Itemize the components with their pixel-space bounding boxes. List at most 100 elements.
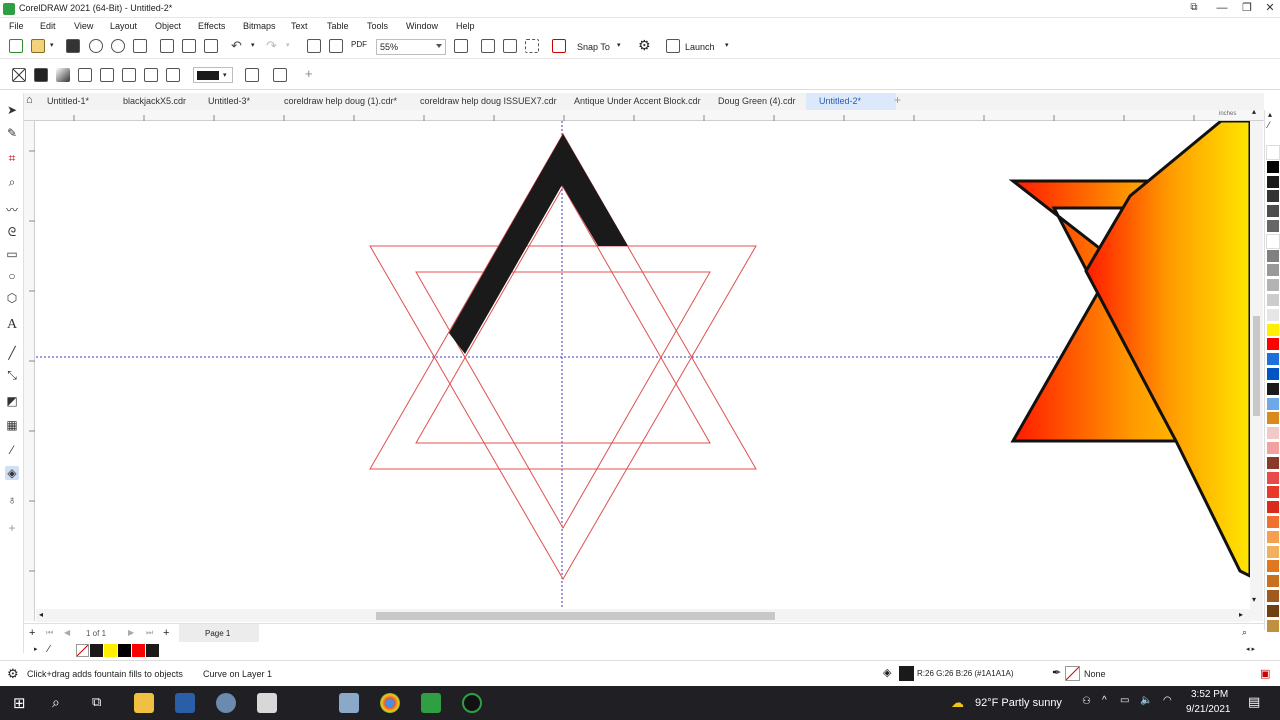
show-guidelines-icon[interactable] [525, 39, 539, 53]
people-icon[interactable]: ⚇ [1082, 696, 1091, 707]
menu-object[interactable]: Object [155, 21, 181, 31]
corel-capture-icon[interactable] [462, 693, 482, 713]
ellipse-tool-icon[interactable]: ○ [5, 269, 19, 283]
add-tool-icon[interactable]: + [5, 521, 19, 535]
menu-edit[interactable]: Edit [40, 21, 56, 31]
new-tab-button[interactable]: + [894, 93, 901, 110]
chrome-icon[interactable] [380, 693, 400, 713]
palette-swatch[interactable] [1267, 530, 1279, 544]
palette-swatch[interactable] [1267, 353, 1279, 367]
eyedropper-tool-icon[interactable]: ⁄ [5, 443, 19, 457]
no-fill-icon[interactable] [12, 68, 26, 82]
eyedropper-icon[interactable]: ⁄ [48, 644, 50, 655]
tab-untitled-3[interactable]: Untitled-3* [208, 93, 250, 110]
fountain-fill-icon[interactable] [56, 68, 70, 82]
palette-swatch[interactable] [1267, 338, 1279, 352]
palette-swatch[interactable] [1267, 264, 1279, 278]
show-rulers-icon[interactable] [481, 39, 495, 53]
horizontal-scrollbar[interactable]: ◂ ▸ [36, 609, 1250, 622]
volume-icon[interactable]: 🔈 [1140, 695, 1152, 706]
menu-text[interactable]: Text [291, 21, 308, 31]
redo-icon[interactable]: ↷ [266, 38, 277, 54]
document-palette-swatch[interactable] [90, 644, 103, 657]
rectangle-tool-icon[interactable]: ▭ [5, 247, 19, 261]
app-icon[interactable] [339, 693, 359, 713]
menu-bitmaps[interactable]: Bitmaps [243, 21, 276, 31]
next-page-icon[interactable]: ▶ [128, 628, 134, 637]
pick-tool-icon[interactable]: ➤ [5, 103, 19, 117]
first-page-icon[interactable]: ⏮ [46, 628, 53, 638]
red-outline-star[interactable] [369, 132, 757, 580]
tab-coreldraw-help-doug-issuex7[interactable]: coreldraw help doug ISSUEX7.cdr [420, 93, 557, 110]
palette-swatch[interactable] [1266, 233, 1280, 249]
chevron-up-icon[interactable]: ▴ [1252, 107, 1256, 116]
palette-swatch[interactable] [1267, 397, 1279, 411]
palette-swatch[interactable] [1267, 323, 1279, 337]
zoom-tool-icon[interactable]: ⌕ [5, 175, 19, 189]
copy-fill-icon[interactable] [245, 68, 259, 82]
wifi-icon[interactable]: ◠ [1163, 695, 1172, 706]
task-view-icon[interactable]: ⧉ [92, 694, 101, 710]
snap-to-button[interactable]: Snap To [577, 42, 610, 52]
color-proofing-icon[interactable]: ▣ [1260, 667, 1270, 680]
smart-fill-tool-icon[interactable]: ♁ [5, 493, 19, 507]
no-color-swatch[interactable] [76, 644, 89, 657]
weather-text[interactable]: 92°F Partly sunny [975, 697, 1062, 709]
palette-swatch[interactable] [1267, 590, 1279, 603]
full-screen-preview-icon[interactable] [454, 39, 468, 53]
menu-window[interactable]: Window [406, 21, 438, 31]
palette-swatch[interactable] [1267, 368, 1279, 381]
palette-swatch[interactable] [1266, 145, 1280, 160]
texture-fill-icon[interactable] [144, 68, 158, 82]
horizontal-scroll-thumb[interactable] [376, 612, 775, 620]
file-explorer-icon[interactable] [134, 693, 154, 713]
text-tool-icon[interactable]: A [5, 318, 19, 332]
vector-pattern-fill-icon[interactable] [78, 68, 92, 82]
save-icon[interactable] [66, 39, 80, 53]
undo-dropdown-icon[interactable]: ▾ [251, 41, 255, 49]
palette-swatch[interactable] [1267, 160, 1279, 174]
palette-swatch[interactable] [1267, 427, 1279, 441]
open-folder-icon[interactable] [31, 39, 45, 53]
account-icon[interactable]: ⧉ [1182, 0, 1206, 18]
document-palette-swatch[interactable] [118, 644, 131, 657]
tab-untitled-2[interactable]: Untitled-2* [806, 93, 896, 110]
export-icon[interactable] [329, 39, 343, 53]
palette-swatch[interactable] [1267, 560, 1279, 574]
parallel-dimension-tool-icon[interactable]: ╱ [5, 346, 19, 360]
palette-swatch[interactable] [1267, 545, 1279, 559]
undo-icon[interactable]: ↶ [231, 38, 242, 54]
launch-icon[interactable] [666, 39, 680, 53]
close-button[interactable]: ✕ [1258, 0, 1280, 18]
gear-icon[interactable]: ⚙ [638, 37, 651, 54]
palette-swatch[interactable] [1267, 382, 1279, 396]
palette-swatch[interactable] [1267, 456, 1279, 470]
cloud-upload-icon[interactable] [111, 39, 125, 53]
menu-tools[interactable]: Tools [367, 21, 388, 31]
snipping-tool-icon[interactable] [257, 693, 277, 713]
home-tab-icon[interactable]: ⌂ [26, 93, 33, 110]
battery-icon[interactable]: ▭ [1120, 695, 1129, 706]
polygon-tool-icon[interactable]: ⬡ [5, 291, 19, 305]
postscript-fill-icon[interactable] [166, 68, 180, 82]
restore-button[interactable]: ❐ [1235, 0, 1259, 18]
vertical-ruler[interactable] [24, 121, 35, 621]
zoom-level-combo[interactable]: 55% [376, 39, 446, 55]
import-icon[interactable] [307, 39, 321, 53]
current-fill-swatch[interactable] [899, 666, 914, 681]
publish-pdf-icon[interactable]: PDF [351, 40, 367, 49]
chevron-up-icon[interactable]: ^ [1102, 695, 1107, 706]
two-color-pattern-fill-icon[interactable] [122, 68, 136, 82]
palette-scroll-icon[interactable]: ◂ ▸ [1246, 645, 1255, 653]
last-page-icon[interactable]: ⏭ [146, 628, 153, 638]
document-palette-swatch[interactable] [104, 644, 117, 657]
palette-swatch[interactable] [1267, 294, 1279, 307]
horizontal-ruler[interactable]: inches [24, 110, 1264, 121]
add-preset-button[interactable]: + [305, 66, 313, 81]
current-outline-swatch[interactable] [1065, 666, 1080, 681]
launch-dropdown-icon[interactable]: ▾ [725, 41, 729, 49]
menu-view[interactable]: View [74, 21, 93, 31]
eyedropper-icon[interactable]: ⁄ [1268, 120, 1270, 130]
gear-icon[interactable]: ⚙ [7, 666, 19, 682]
palette-swatch[interactable] [1267, 471, 1279, 485]
